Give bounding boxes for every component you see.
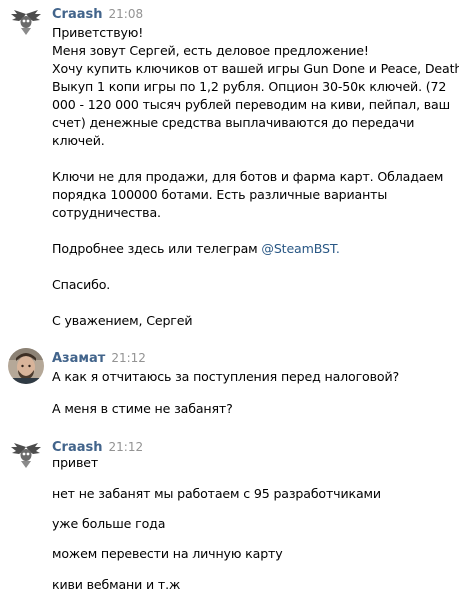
message-time[interactable]: 21:12 — [111, 351, 146, 365]
message-text: Подробнее здесь или телеграм @SteamBST. — [52, 240, 340, 258]
message-text: ключей. — [52, 133, 105, 148]
message-time[interactable]: 21:08 — [109, 7, 144, 21]
message-text: Приветствую! — [52, 25, 144, 40]
wings-skull-logo-icon — [8, 437, 44, 473]
avatar[interactable] — [8, 348, 44, 384]
message-text: можем перевести на личную карту — [52, 546, 283, 561]
author-name[interactable]: Craash — [52, 440, 103, 455]
author-name[interactable]: Craash — [52, 7, 103, 22]
avatar[interactable] — [8, 4, 44, 40]
message-text: Выкуп 1 копи игры по 1,2 рубля. Опцион 3… — [52, 79, 447, 94]
message-header: Азамат 21:12 — [52, 350, 146, 367]
message-text: Хочу купить ключиков от вашей игры Gun D… — [52, 61, 459, 76]
author-name[interactable]: Азамат — [52, 351, 105, 366]
message-text: Меня зовут Сергей, есть деловое предложе… — [52, 43, 369, 58]
message-text: Спасибо. — [52, 277, 111, 292]
message-text: киви вебмани и т.ж — [52, 577, 181, 592]
message-text-segment: Подробнее здесь или телеграм — [52, 241, 258, 256]
message-feed: Craash 21:08 Приветствую! Меня зовут Серг… — [0, 0, 459, 602]
message-header: Craash 21:08 — [52, 6, 143, 23]
message-text: 000 - 120 000 тысяч рублей переводим на … — [52, 97, 450, 112]
telegram-link[interactable]: @SteamBST. — [261, 241, 340, 256]
message-text: А как я отчитаюсь за поступления перед н… — [52, 369, 400, 384]
message-time[interactable]: 21:12 — [109, 440, 144, 454]
message-text: С уважением, Сергей — [52, 313, 193, 328]
message-text: уже больше года — [52, 516, 166, 531]
avatar[interactable] — [8, 437, 44, 473]
message-text: привет — [52, 455, 99, 470]
message-text: сотрудничества. — [52, 205, 161, 220]
message-text: нет не забанят мы работаем с 95 разработ… — [52, 486, 381, 501]
message-text: счет) денежные средства выплачиваются до… — [52, 115, 415, 130]
user-photo-icon — [8, 348, 44, 384]
message-text: А меня в стиме не забанят? — [52, 401, 233, 416]
wings-skull-logo-icon — [8, 4, 44, 40]
message-text: порядка 100000 ботами. Есть различные ва… — [52, 187, 388, 202]
message-text: Ключи не для продажи, для ботов и фарма … — [52, 169, 444, 184]
